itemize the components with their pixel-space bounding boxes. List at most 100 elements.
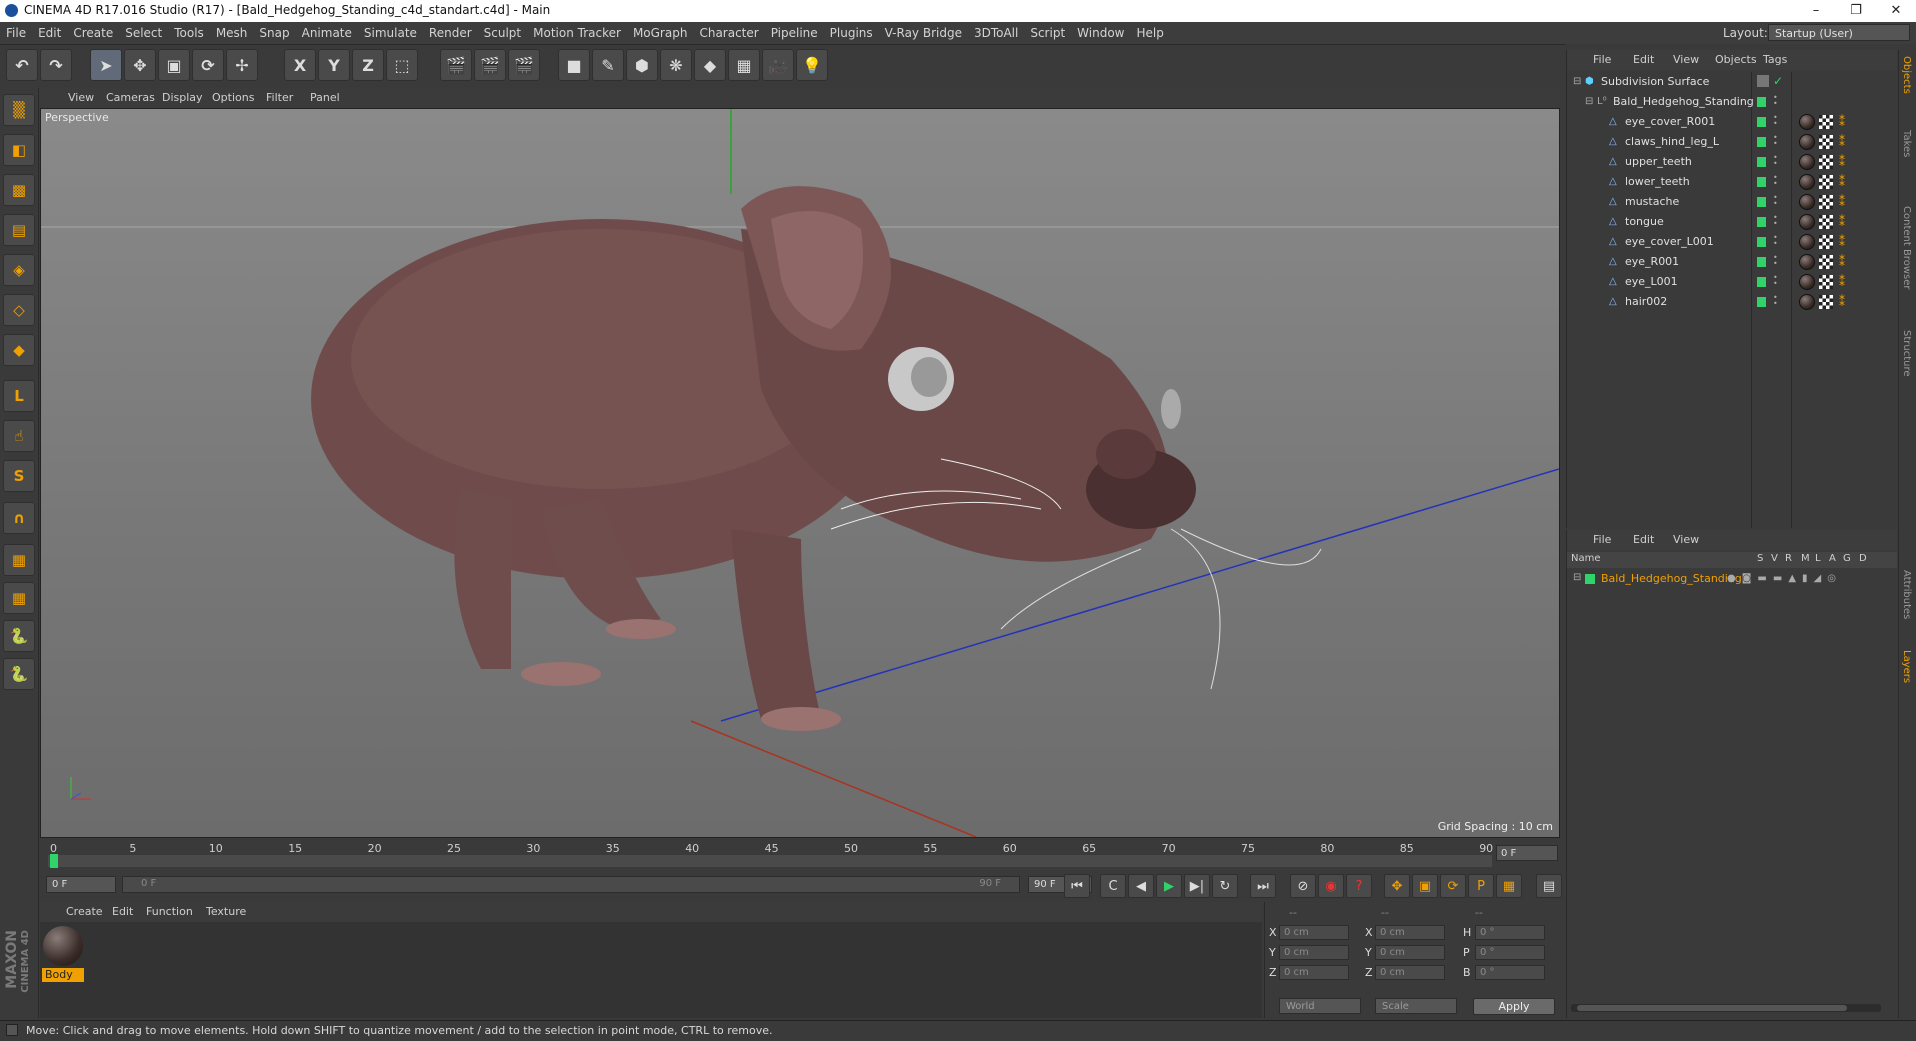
material-preview-icon[interactable] (43, 926, 83, 966)
key-param-icon[interactable]: P (1468, 874, 1494, 898)
python-2-icon[interactable]: 🐍 (3, 658, 35, 690)
menu-motion-tracker[interactable]: Motion Tracker (527, 22, 627, 44)
size-x-field[interactable]: 0 cm (1375, 925, 1445, 940)
uvw-tag-icon[interactable] (1819, 255, 1833, 269)
menu-render[interactable]: Render (423, 22, 478, 44)
visibility-dots-icon[interactable]: • • (1773, 254, 1778, 268)
material-tag-icon[interactable] (1799, 154, 1815, 170)
render-picture-viewer-icon[interactable]: 🎬 (474, 49, 506, 81)
start-frame-field[interactable]: 0 F (46, 876, 116, 893)
object-row[interactable]: △ claws_hind_leg_L • • ⁑ (1567, 132, 1897, 152)
timeline-icon[interactable]: ▤ (1536, 874, 1562, 898)
layer-color-icon[interactable] (1757, 237, 1766, 247)
lock-workplane-icon[interactable]: ▦ (3, 544, 35, 576)
visibility-dots-icon[interactable]: • • (1773, 114, 1778, 128)
layer-column-a[interactable]: A (1829, 553, 1836, 564)
timeline-playhead[interactable] (50, 854, 58, 868)
camera-icon[interactable]: 🎥 (762, 49, 794, 81)
apply-button[interactable]: Apply (1473, 998, 1555, 1015)
menu-create[interactable]: Create (67, 22, 119, 44)
material-tag-icon[interactable] (1799, 114, 1815, 130)
layer-flags[interactable]: ●◙▬▬▲▮◢◎ (1727, 573, 1842, 584)
menu-tools[interactable]: Tools (168, 22, 210, 44)
menu-mesh[interactable]: Mesh (210, 22, 254, 44)
layer-swatch-icon[interactable] (1757, 75, 1769, 87)
side-tab-takes[interactable]: Takes (1901, 130, 1912, 157)
object-menu-file[interactable]: File (1593, 53, 1611, 66)
subdivision-icon[interactable]: ⬢ (626, 49, 658, 81)
material-tag-icon[interactable] (1799, 214, 1815, 230)
menu-edit[interactable]: Edit (32, 22, 67, 44)
uvw-tag-icon[interactable] (1819, 115, 1833, 129)
preview-range-slider[interactable]: 0 F 90 F (122, 876, 1020, 893)
material-tag-icon[interactable] (1799, 274, 1815, 290)
object-menu-edit[interactable]: Edit (1633, 53, 1654, 66)
side-tab-structure[interactable]: Structure (1901, 330, 1912, 377)
layer-menu-edit[interactable]: Edit (1633, 533, 1654, 546)
enabled-check-icon[interactable]: ✓ (1773, 74, 1783, 88)
size-z-field[interactable]: 0 cm (1375, 965, 1445, 980)
side-tab-objects[interactable]: Objects (1901, 56, 1912, 94)
layer-column-r[interactable]: R (1785, 553, 1792, 564)
phong-tag-icon[interactable]: ⁑ (1839, 215, 1845, 229)
cube-icon[interactable]: ■ (558, 49, 590, 81)
side-tab-attributes[interactable]: Attributes (1901, 570, 1912, 619)
layer-column-g[interactable]: G (1843, 553, 1851, 564)
uvw-tag-icon[interactable] (1819, 195, 1833, 209)
key-pla-icon[interactable]: ▦ (1496, 874, 1522, 898)
live-selection-icon[interactable]: ➤ (90, 49, 122, 81)
visibility-dots-icon[interactable]: • • (1773, 194, 1778, 208)
record-icon[interactable]: ◉ (1318, 874, 1344, 898)
menu-sculpt[interactable]: Sculpt (478, 22, 527, 44)
phong-tag-icon[interactable]: ⁑ (1839, 175, 1845, 189)
material-tag-icon[interactable] (1799, 134, 1815, 150)
texture-mode-icon[interactable]: ▩ (3, 174, 35, 206)
material-menu-create[interactable]: Create (66, 905, 103, 918)
object-row[interactable]: △ eye_cover_L001 • • ⁑ (1567, 232, 1897, 252)
key-position-icon[interactable]: ✥ (1384, 874, 1410, 898)
key-scale-icon[interactable]: ▣ (1412, 874, 1438, 898)
z-axis-icon[interactable]: Z (352, 49, 384, 81)
material-menu-texture[interactable]: Texture (206, 905, 246, 918)
side-tab-layers[interactable]: Layers (1901, 650, 1912, 683)
layer-column-d[interactable]: D (1859, 553, 1867, 564)
rotation-b-field[interactable]: 0 ° (1475, 965, 1545, 980)
layout-dropdown[interactable]: Startup (User) (1768, 24, 1910, 41)
y-axis-icon[interactable]: Y (318, 49, 350, 81)
size-mode-dropdown[interactable]: Scale (1375, 998, 1457, 1014)
phong-tag-icon[interactable]: ⁑ (1839, 275, 1845, 289)
snap-icon[interactable]: ∩ (3, 502, 35, 534)
material-tag-icon[interactable] (1799, 174, 1815, 190)
material-name[interactable]: Body (42, 968, 84, 982)
menu-file[interactable]: File (0, 22, 32, 44)
viewport[interactable]: Perspective Grid Spacing: 10 cm (40, 108, 1560, 838)
redo-icon[interactable]: ↷ (40, 49, 72, 81)
visibility-dots-icon[interactable]: • • (1773, 154, 1778, 168)
timeline-ruler[interactable]: 0 5 10 15 20 25 30 35 40 45 50 55 60 65 70 75 80 85 90 (40, 840, 1560, 870)
prev-frame-icon[interactable]: ◀ (1128, 874, 1154, 898)
layer-color-icon[interactable] (1757, 137, 1766, 147)
maximize-icon[interactable]: ❐ (1836, 0, 1876, 22)
material-tag-icon[interactable] (1799, 254, 1815, 270)
object-row[interactable]: △ lower_teeth • • ⁑ (1567, 172, 1897, 192)
scale-icon[interactable]: ▣ (158, 49, 190, 81)
object-menu-objects[interactable]: Objects (1715, 53, 1757, 66)
key-rotation-icon[interactable]: ⟳ (1440, 874, 1466, 898)
phong-tag-icon[interactable]: ⁑ (1839, 195, 1845, 209)
uvw-tag-icon[interactable] (1819, 135, 1833, 149)
phong-tag-icon[interactable]: ⁑ (1839, 295, 1845, 309)
material-tag-icon[interactable] (1799, 194, 1815, 210)
menu-help[interactable]: Help (1130, 22, 1169, 44)
object-row[interactable]: △ mustache • • ⁑ (1567, 192, 1897, 212)
layer-row[interactable]: ⊟ Bald_Hedgehog_Standing ●◙▬▬▲▮◢◎ (1567, 570, 1897, 588)
viewport-menu-view[interactable]: View (68, 91, 94, 104)
scrollbar-thumb[interactable] (1577, 1005, 1847, 1011)
layer-color-icon[interactable] (1757, 157, 1766, 167)
visibility-dots-icon[interactable]: • • (1773, 94, 1778, 108)
next-key-icon[interactable]: ↻ (1212, 874, 1238, 898)
position-x-field[interactable]: 0 cm (1279, 925, 1349, 940)
layer-column-v[interactable]: V (1771, 553, 1778, 564)
uvw-tag-icon[interactable] (1819, 235, 1833, 249)
layer-column-s[interactable]: S (1757, 553, 1763, 564)
phong-tag-icon[interactable]: ⁑ (1839, 135, 1845, 149)
